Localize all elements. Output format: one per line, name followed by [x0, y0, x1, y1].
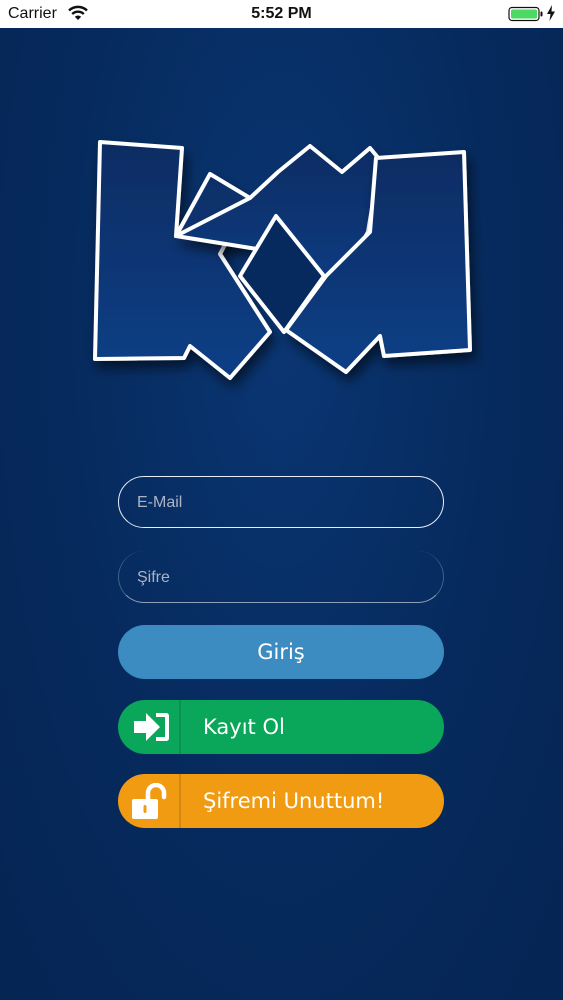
brand-logo: [80, 136, 490, 406]
charging-bolt-icon: [546, 5, 556, 26]
register-button[interactable]: Kayıt Ol: [118, 700, 444, 754]
sign-in-icon: [128, 709, 172, 750]
login-button[interactable]: Giriş: [118, 625, 444, 679]
forgot-button-label: Şifremi Unuttum!: [203, 789, 385, 813]
password-input[interactable]: [135, 551, 429, 604]
email-input[interactable]: [135, 477, 429, 529]
forgot-password-button[interactable]: Şifremi Unuttum!: [118, 774, 444, 828]
forgot-divider: [179, 774, 181, 828]
password-field[interactable]: [118, 551, 444, 604]
status-bar: Carrier 5:52 PM: [0, 0, 563, 28]
unlock-icon: [128, 782, 172, 826]
login-screen: Giriş Kayıt Ol Şifremi Unuttum!: [0, 28, 563, 1000]
clock: 5:52 PM: [251, 5, 312, 22]
register-divider: [179, 700, 181, 754]
login-button-label: Giriş: [257, 640, 305, 664]
email-field[interactable]: [118, 476, 444, 529]
battery-icon: [508, 6, 544, 27]
register-button-label: Kayıt Ol: [203, 715, 285, 739]
